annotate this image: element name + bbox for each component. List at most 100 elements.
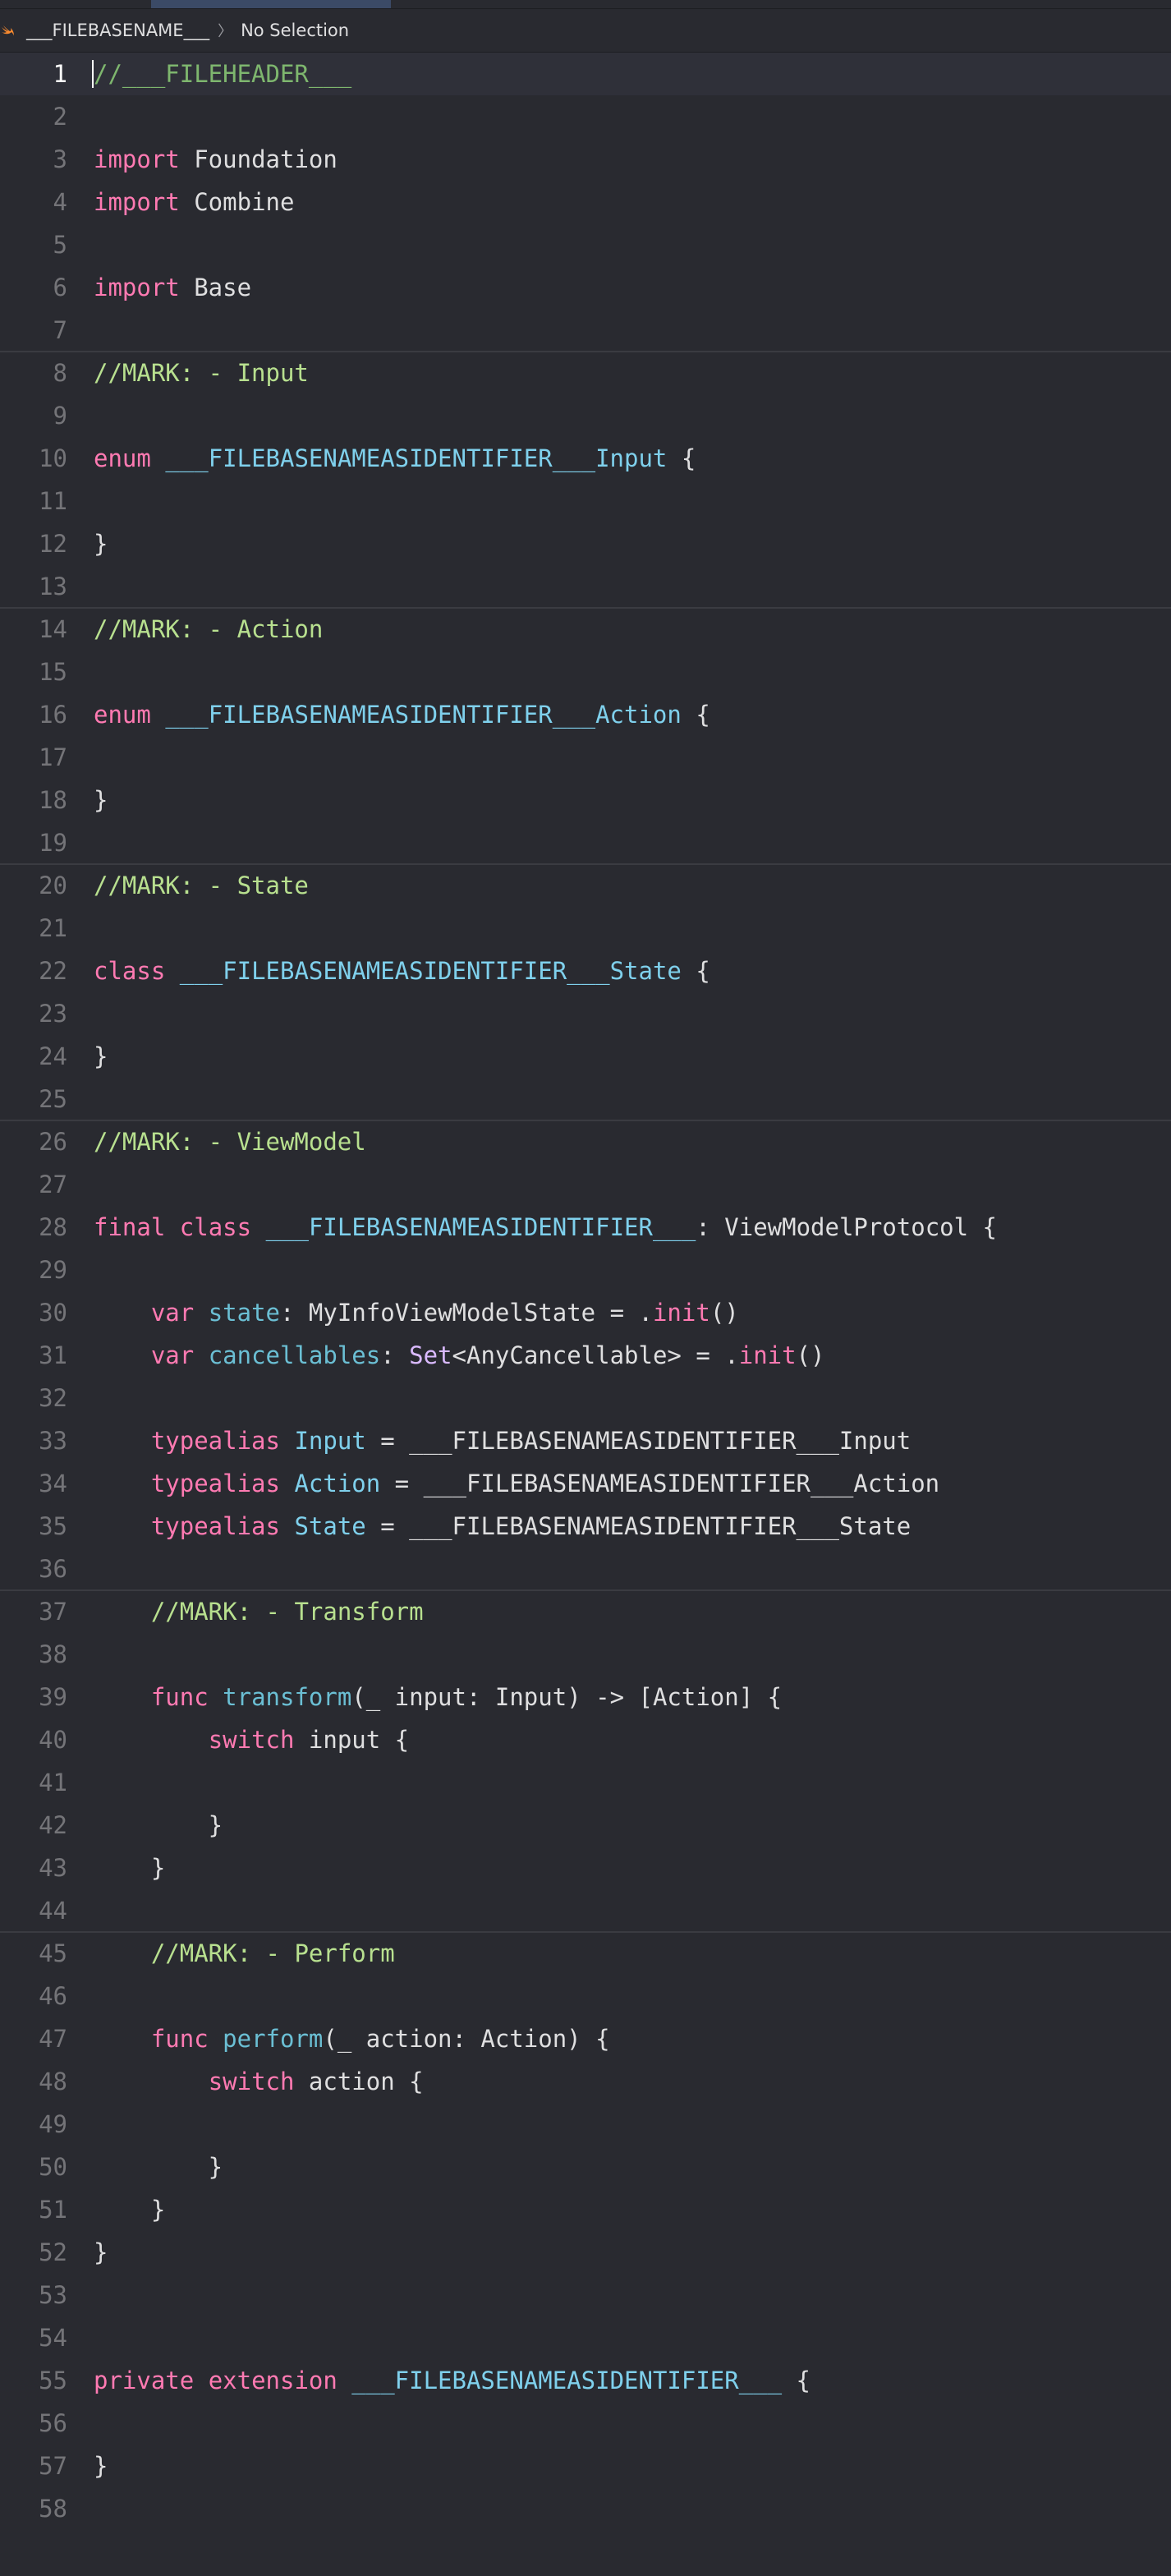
code-text: switch action { [94,2060,424,2103]
code-line[interactable]: 7 [0,309,1171,352]
code-line[interactable]: 9 [0,394,1171,437]
code-text: //MARK: - Perform [94,1932,395,1975]
code-line[interactable]: 45 //MARK: - Perform [0,1932,1171,1975]
code-token: { [667,444,696,472]
code-line[interactable]: 41 [0,1761,1171,1804]
code-line[interactable]: 28 final class ___FILEBASENAMEASIDENTIFIE… [0,1206,1171,1249]
line-number: 53 [39,2281,67,2309]
code-line[interactable]: 55 private extension ___FILEBASENAMEASIDE… [0,2359,1171,2402]
active-tab[interactable] [151,0,391,8]
code-line[interactable]: 54 [0,2316,1171,2359]
code-editor[interactable]: 1//___FILEHEADER___ 2 3 import Foundation 4 i… [0,53,1171,2576]
code-token: } [94,1042,108,1070]
code-line[interactable]: 26 //MARK: - ViewModel [0,1120,1171,1163]
code-line[interactable]: 21 [0,907,1171,950]
code-line[interactable]: 51 } [0,2188,1171,2231]
code-line[interactable]: 2 [0,95,1171,138]
code-line[interactable]: 18} [0,779,1171,821]
code-line[interactable]: 40 switch input { [0,1718,1171,1761]
code-token: () [709,1299,739,1327]
code-token: perform [223,2025,324,2053]
code-line[interactable]: 57} [0,2445,1171,2487]
code-line[interactable]: 23 [0,992,1171,1035]
code-line[interactable]: 17 [0,736,1171,779]
code-line[interactable]: 15 [0,651,1171,693]
code-line[interactable]: 56 [0,2402,1171,2445]
line-number: 19 [39,829,67,857]
line-number: 46 [39,1982,67,2010]
code-line[interactable]: 12} [0,522,1171,565]
line-number: 11 [39,487,67,515]
code-line[interactable]: 49 [0,2103,1171,2146]
code-line[interactable]: 25 [0,1078,1171,1120]
code-token: { [782,2367,811,2394]
code-line[interactable]: 30 var state: MyInfoViewModelState = .in… [0,1291,1171,1334]
code-line[interactable]: 20 //MARK: - State [0,864,1171,907]
code-line[interactable]: 36 [0,1548,1171,1590]
line-number: 52 [39,2238,67,2266]
code-line[interactable]: 6 import Base [0,266,1171,309]
code-token: } [94,2238,108,2266]
code-line[interactable]: 14 //MARK: - Action [0,608,1171,651]
code-token: Input [294,1427,366,1455]
breadcrumb-file[interactable]: ___FILEBASENAME___ [26,21,209,40]
code-line[interactable]: 53 [0,2274,1171,2316]
code-token: : ViewModelProtocol { [696,1213,998,1241]
code-line[interactable]: 16 enum ___FILEBASENAMEASIDENTIFIER___Act… [0,693,1171,736]
code-token: typealias [150,1470,280,1497]
code-line[interactable]: 1 //___FILEHEADER___ [0,53,1171,95]
breadcrumb-selection[interactable]: No Selection [241,21,349,40]
line-number: 58 [39,2495,67,2523]
code-line[interactable]: 22 class ___FILEBASENAMEASIDENTIFIER___St… [0,950,1171,992]
code-line[interactable]: 39 func transform(_ input: Input) -> [Ac… [0,1676,1171,1718]
code-token: } [94,786,108,814]
code-line[interactable]: 52} [0,2231,1171,2274]
code-line[interactable]: 47 func perform(_ action: Action) { [0,2017,1171,2060]
code-line[interactable]: 27 [0,1163,1171,1206]
code-line[interactable]: 37 //MARK: - Transform [0,1590,1171,1633]
code-line[interactable]: 32 [0,1377,1171,1419]
code-token: { [681,957,710,985]
code-line[interactable]: 44 [0,1889,1171,1932]
code-text: } [94,779,108,821]
code-line[interactable]: 48 switch action { [0,2060,1171,2103]
code-line[interactable]: 35 typealias State = ___FILEBASENAMEASID… [0,1505,1171,1548]
code-text: class ___FILEBASENAMEASIDENTIFIER___Stat… [94,950,710,992]
code-line[interactable]: 50 } [0,2146,1171,2188]
code-line[interactable]: 42 } [0,1804,1171,1847]
code-line[interactable]: 38 [0,1633,1171,1676]
code-token: { [681,701,710,729]
line-number: 15 [39,658,67,686]
code-line[interactable]: 13 [0,565,1171,608]
code-line[interactable]: 5 [0,223,1171,266]
code-line[interactable]: 3 import Foundation [0,138,1171,181]
code-line[interactable]: 29 [0,1249,1171,1291]
code-line[interactable]: 43 } [0,1847,1171,1889]
code-text: } [94,2231,108,2274]
code-line[interactable]: 33 typealias Input = ___FILEBASENAMEASID… [0,1419,1171,1462]
code-text: //MARK: - Action [94,608,323,651]
code-line[interactable]: 34 typealias Action = ___FILEBASENAMEASI… [0,1462,1171,1505]
code-token: final [94,1213,166,1241]
code-line[interactable]: 24} [0,1035,1171,1078]
code-line[interactable]: 58 [0,2487,1171,2530]
code-line[interactable]: 31 var cancellables: Set<AnyCancellable>… [0,1334,1171,1377]
code-text: } [94,1804,223,1847]
code-line[interactable]: 8 //MARK: - Input [0,352,1171,394]
code-token: switch [208,2068,295,2095]
code-token: transform [223,1683,352,1711]
code-line[interactable]: 11 [0,480,1171,522]
code-token: import [94,188,180,216]
code-line[interactable]: 4 import Combine [0,181,1171,223]
code-line[interactable]: 46 [0,1975,1171,2017]
code-line[interactable]: 19 [0,821,1171,864]
code-line[interactable]: 10 enum ___FILEBASENAMEASIDENTIFIER___Inp… [0,437,1171,480]
